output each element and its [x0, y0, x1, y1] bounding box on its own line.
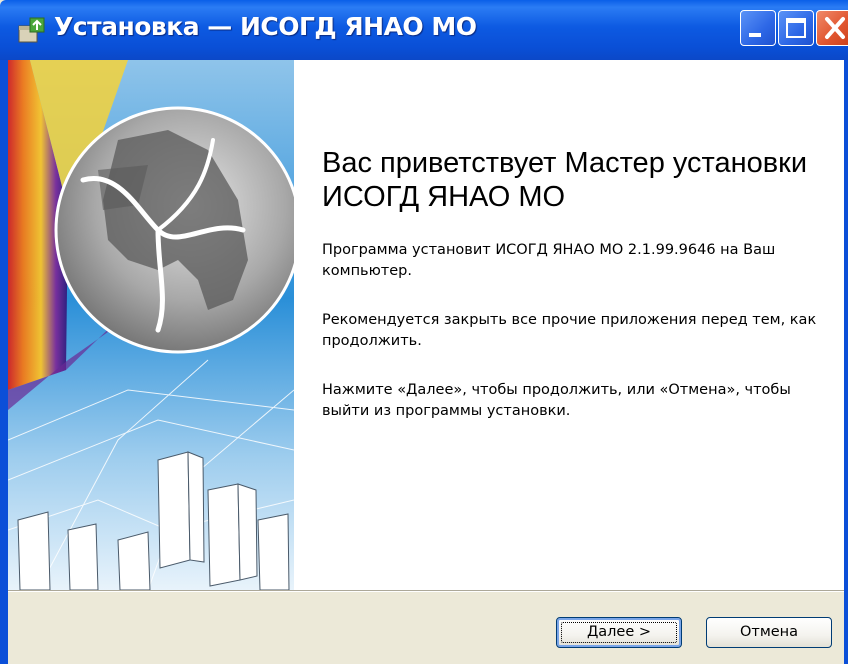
next-button[interactable]: Далее >: [556, 617, 682, 648]
maximize-button[interactable]: [778, 10, 814, 46]
minimize-icon: [749, 33, 761, 37]
minimize-button[interactable]: [740, 10, 776, 46]
button-area-divider: [8, 590, 844, 592]
cancel-button[interactable]: Отмена: [706, 617, 832, 648]
close-icon: [825, 17, 845, 39]
wizard-welcome-page: Вас приветствует Мастер установки ИСОГД …: [8, 60, 844, 590]
window-frame-left: [0, 60, 8, 664]
close-button[interactable]: [816, 10, 848, 46]
recommendation-paragraph: Рекомендуется закрыть все прочие приложе…: [322, 312, 817, 349]
wizard-banner-image: [8, 60, 294, 590]
next-accelerator: Д: [586, 624, 599, 640]
next-button-label: Далее >: [587, 624, 651, 640]
installer-window: Установка — ИСОГД ЯНАО МО Вас приветству…: [0, 0, 848, 664]
description-paragraph: Программа установит ИСОГД ЯНАО МО 2.1.99…: [322, 242, 776, 279]
welcome-title: Вас приветствует Мастер установки ИСОГД …: [322, 147, 808, 213]
title-bar[interactable]: Установка — ИСОГД ЯНАО МО: [0, 0, 848, 60]
installer-package-icon: [18, 17, 45, 43]
instruction-paragraph: Нажмите «Далее», чтобы продолжить, или «…: [322, 382, 791, 419]
next-label-rest: алее >: [598, 624, 652, 640]
window-frame-right: [844, 60, 848, 664]
maximize-icon: [786, 18, 806, 38]
window-title: Установка — ИСОГД ЯНАО МО: [54, 12, 477, 41]
